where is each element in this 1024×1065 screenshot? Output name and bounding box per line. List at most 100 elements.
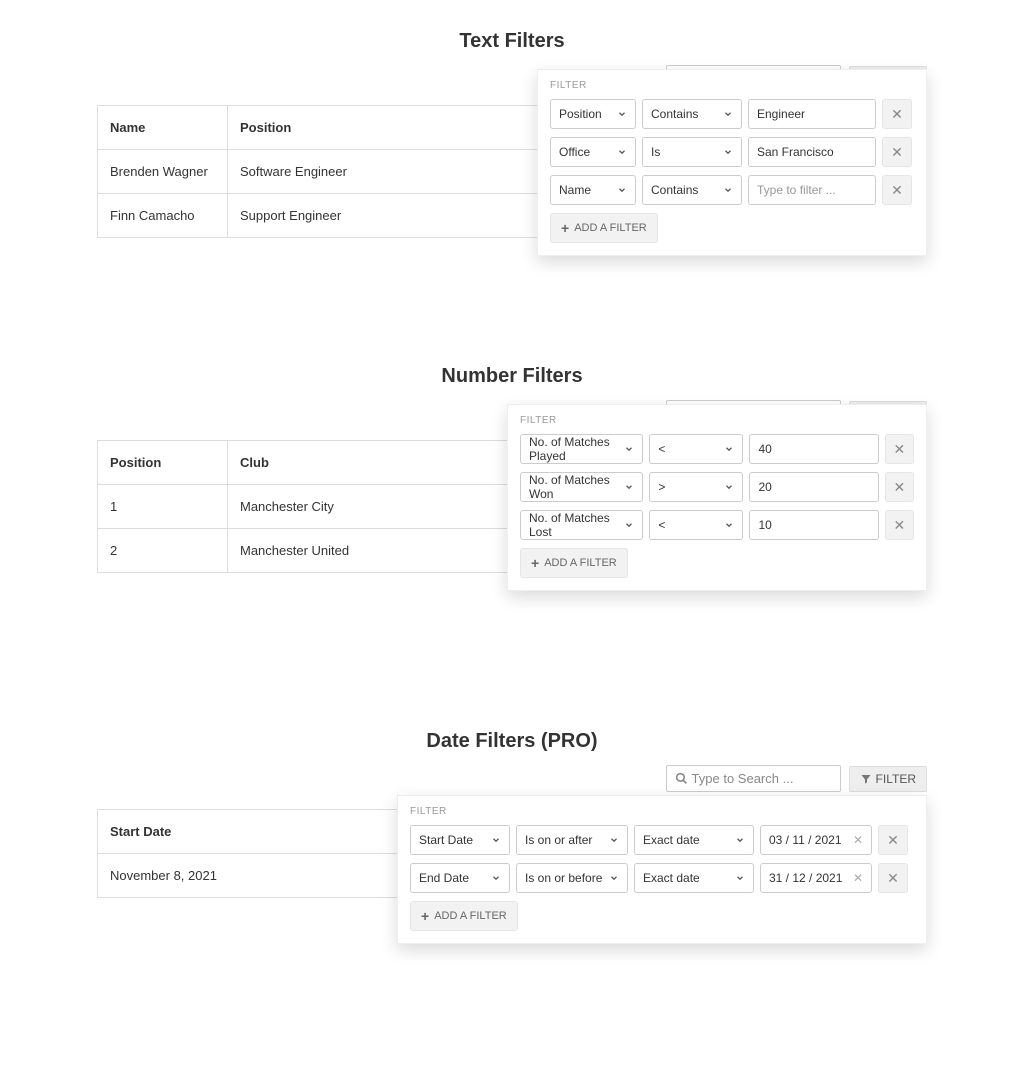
filter-operator-select[interactable]: Contains <box>642 175 742 205</box>
search-placeholder: Type to Search ... <box>692 771 794 786</box>
remove-filter-button[interactable]: ✕ <box>885 434 914 464</box>
table-header[interactable]: Name <box>98 106 228 150</box>
text-filter-panel: FILTER Position Contains Engineer ✕ Offi… <box>537 69 927 256</box>
funnel-icon <box>860 773 872 785</box>
filter-panel-label: FILTER <box>550 80 914 91</box>
filter-field-select[interactable]: Start Date <box>410 825 510 855</box>
remove-filter-button[interactable]: ✕ <box>882 99 912 129</box>
date-topbar: Type to Search ... FILTER <box>287 765 927 792</box>
filter-operator-select[interactable]: Is <box>642 137 742 167</box>
filter-panel-label: FILTER <box>520 415 914 426</box>
filter-button[interactable]: FILTER <box>849 766 927 792</box>
chevron-down-icon <box>735 873 745 883</box>
filter-operator-select[interactable]: Is on or after <box>516 825 628 855</box>
chevron-down-icon <box>624 520 634 530</box>
filter-date-input[interactable]: 03 / 11 / 2021✕ <box>760 825 872 855</box>
filter-row: No. of Matches Lost < 10 ✕ <box>520 510 914 540</box>
chevron-down-icon <box>723 185 733 195</box>
add-filter-label: ADD A FILTER <box>574 222 647 234</box>
add-filter-label: ADD A FILTER <box>544 557 617 569</box>
filter-field-select[interactable]: No. of Matches Won <box>520 472 643 502</box>
filter-row: Position Contains Engineer ✕ <box>550 99 914 129</box>
date-filters-block: Type to Search ... FILTER Start Date Nov… <box>97 765 927 995</box>
add-filter-label: ADD A FILTER <box>434 910 507 922</box>
filter-operator-select[interactable]: > <box>649 472 743 502</box>
filter-value-input[interactable]: 10 <box>749 510 878 540</box>
filter-date-input[interactable]: 31 / 12 / 2021✕ <box>760 863 872 893</box>
table-header[interactable]: Position <box>98 441 228 485</box>
filter-value-input[interactable]: Type to filter ... <box>748 175 876 205</box>
number-filter-panel: FILTER No. of Matches Played < 40 ✕ No. … <box>507 404 927 591</box>
table-cell: Brenden Wagner <box>98 150 228 194</box>
remove-filter-button[interactable]: ✕ <box>878 825 908 855</box>
text-filters-block: Type to Search ... FILTER Name Position … <box>97 65 927 335</box>
close-icon: ✕ <box>891 106 903 123</box>
filter-row: End Date Is on or before Exact date 31 /… <box>410 863 914 893</box>
chevron-down-icon <box>723 147 733 157</box>
filter-operator-select[interactable]: Contains <box>642 99 742 129</box>
filter-operator-select[interactable]: < <box>649 510 743 540</box>
chevron-down-icon <box>617 109 627 119</box>
filter-row: Name Contains Type to filter ... ✕ <box>550 175 914 205</box>
table-cell: Finn Camacho <box>98 194 228 238</box>
remove-filter-button[interactable]: ✕ <box>885 510 914 540</box>
chevron-down-icon <box>617 147 627 157</box>
section-title-date: Date Filters (PRO) <box>97 730 927 753</box>
remove-filter-button[interactable]: ✕ <box>885 472 914 502</box>
chevron-down-icon <box>724 482 734 492</box>
close-icon: ✕ <box>887 870 899 887</box>
number-filters-block: Type to Search ... FILTER Position Club … <box>97 400 927 660</box>
filter-button-label: FILTER <box>876 772 916 786</box>
filter-field-select[interactable]: Position <box>550 99 636 129</box>
chevron-down-icon <box>735 835 745 845</box>
add-filter-button[interactable]: + ADD A FILTER <box>520 548 628 578</box>
remove-filter-button[interactable]: ✕ <box>882 175 912 205</box>
plus-icon: + <box>421 909 429 923</box>
filter-field-select[interactable]: No. of Matches Played <box>520 434 643 464</box>
filter-value-input[interactable]: 20 <box>749 472 878 502</box>
filter-field-select[interactable]: Office <box>550 137 636 167</box>
date-filter-panel: FILTER Start Date Is on or after Exact d… <box>397 795 927 944</box>
add-filter-button[interactable]: + ADD A FILTER <box>550 213 658 243</box>
filter-field-select[interactable]: No. of Matches Lost <box>520 510 643 540</box>
plus-icon: + <box>561 221 569 235</box>
clear-date-icon[interactable]: ✕ <box>853 833 863 847</box>
filter-panel-label: FILTER <box>410 806 914 817</box>
search-input[interactable]: Type to Search ... <box>666 765 841 792</box>
add-filter-button[interactable]: + ADD A FILTER <box>410 901 518 931</box>
filter-row: No. of Matches Won > 20 ✕ <box>520 472 914 502</box>
filter-operator-select[interactable]: Is on or before <box>516 863 628 893</box>
section-title-text: Text Filters <box>97 30 927 53</box>
filter-type-select[interactable]: Exact date <box>634 863 754 893</box>
chevron-down-icon <box>624 482 634 492</box>
filter-value-input[interactable]: 40 <box>749 434 878 464</box>
filter-row: Start Date Is on or after Exact date 03 … <box>410 825 914 855</box>
clear-date-icon[interactable]: ✕ <box>853 871 863 885</box>
chevron-down-icon <box>617 185 627 195</box>
chevron-down-icon <box>723 109 733 119</box>
remove-filter-button[interactable]: ✕ <box>882 137 912 167</box>
filter-value-input[interactable]: San Francisco <box>748 137 876 167</box>
filter-field-select[interactable]: Name <box>550 175 636 205</box>
search-icon <box>675 772 688 785</box>
close-icon: ✕ <box>893 517 905 534</box>
filter-operator-select[interactable]: < <box>649 434 743 464</box>
remove-filter-button[interactable]: ✕ <box>878 863 908 893</box>
close-icon: ✕ <box>891 182 903 199</box>
chevron-down-icon <box>609 835 619 845</box>
chevron-down-icon <box>491 835 501 845</box>
filter-row: No. of Matches Played < 40 ✕ <box>520 434 914 464</box>
filter-value-input[interactable]: Engineer <box>748 99 876 129</box>
plus-icon: + <box>531 556 539 570</box>
filter-row: Office Is San Francisco ✕ <box>550 137 914 167</box>
filter-field-select[interactable]: End Date <box>410 863 510 893</box>
close-icon: ✕ <box>887 832 899 849</box>
chevron-down-icon <box>609 873 619 883</box>
close-icon: ✕ <box>893 479 905 496</box>
chevron-down-icon <box>724 520 734 530</box>
filter-type-select[interactable]: Exact date <box>634 825 754 855</box>
chevron-down-icon <box>724 444 734 454</box>
chevron-down-icon <box>491 873 501 883</box>
close-icon: ✕ <box>891 144 903 161</box>
close-icon: ✕ <box>893 441 905 458</box>
